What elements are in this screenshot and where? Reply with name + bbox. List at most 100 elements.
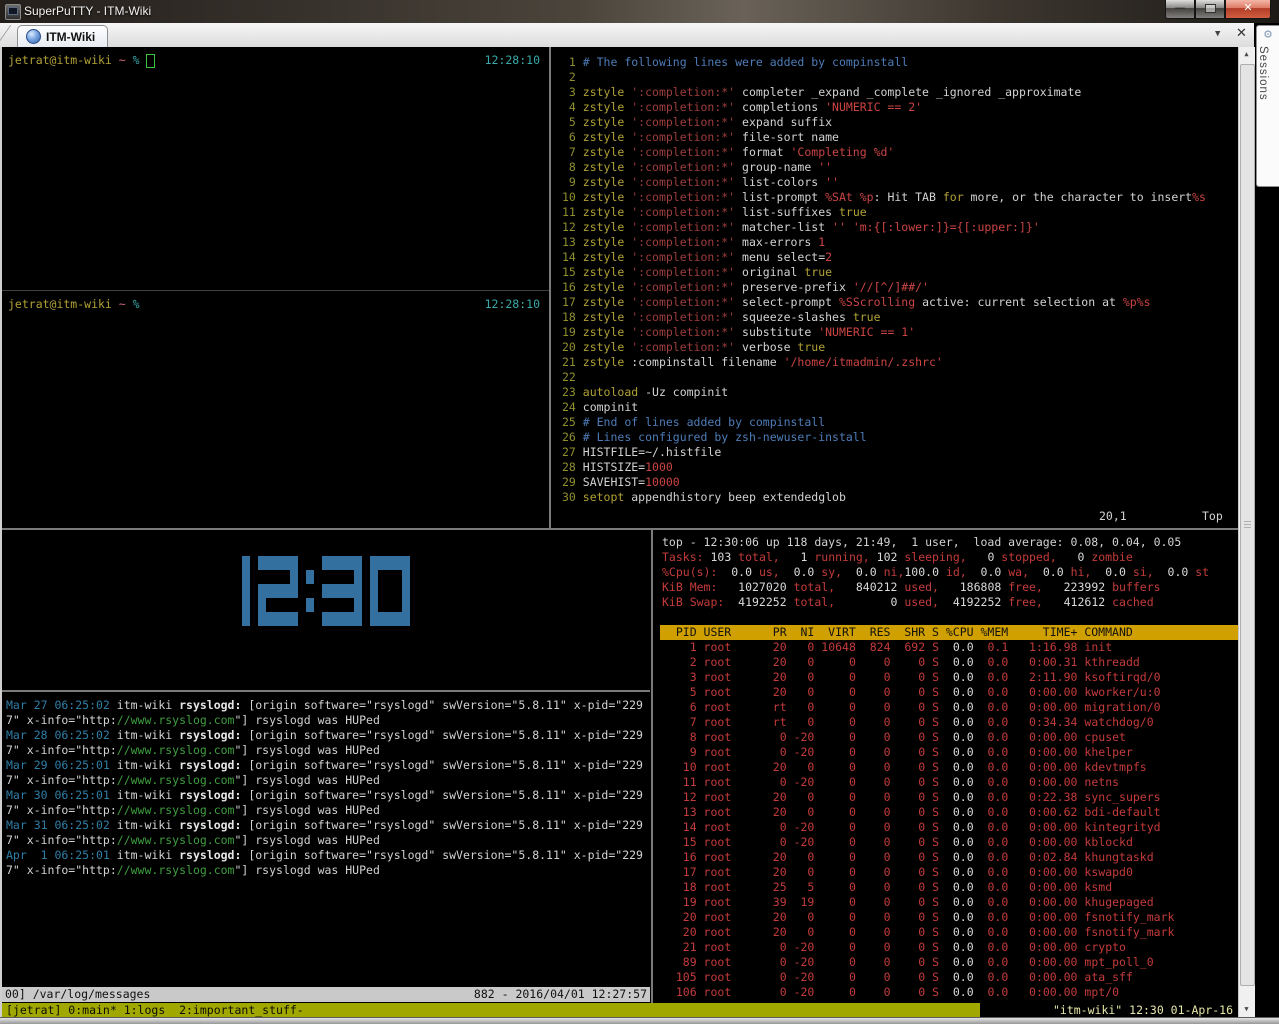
- terminal-line: 18 zstyle ':completion:*' squeeze-slashe…: [562, 310, 1206, 325]
- terminal-line: 21 zstyle :compinstall filename '/home/i…: [562, 355, 1206, 370]
- top-pane: top - 12:30:06 up 118 days, 21:49, 1 use…: [658, 530, 1238, 1003]
- clock-digit: [258, 556, 298, 626]
- tab-close-icon[interactable]: ✕: [1236, 26, 1247, 41]
- terminal-line: 7" x-info="http://www.rsyslog.com"] rsys…: [6, 713, 643, 728]
- terminal-line: 2: [562, 70, 1206, 85]
- terminal-line: 11 zstyle ':completion:*' list-suffixes …: [562, 205, 1206, 220]
- minimize-button[interactable]: —: [1165, 0, 1195, 19]
- terminal-line: 12 zstyle ':completion:*' matcher-list '…: [562, 220, 1206, 235]
- process-row: 3 root 20 0 0 0 0 S 0.0 0.0 2:11.90 ksof…: [662, 670, 1234, 685]
- terminal-line: jetrat@itm-wiki ~ %: [8, 297, 140, 312]
- process-row: 17 root 20 0 0 0 0 S 0.0 0.0 0:00.00 ksw…: [662, 865, 1234, 880]
- process-row: 19 root 39 19 0 0 0 S 0.0 0.0 0:00.00 kh…: [662, 895, 1234, 910]
- terminal-line: 7 zstyle ':completion:*' format 'Complet…: [562, 145, 1206, 160]
- gear-icon: ⚙: [1257, 26, 1279, 44]
- tmux-window-list[interactable]: [jetrat] 0:main* 1:logs 2:important_stuf…: [6, 1003, 304, 1017]
- tab-itm-wiki[interactable]: ITM-Wiki: [17, 25, 108, 47]
- process-row: 14 root 0 -20 0 0 0 S 0.0 0.0 0:00.00 ki…: [662, 820, 1234, 835]
- process-row: 20 root 20 0 0 0 0 S 0.0 0.0 0:00.00 fsn…: [662, 925, 1234, 940]
- terminal-line: 7" x-info="http://www.rsyslog.com"] rsys…: [6, 833, 643, 848]
- terminal-line: 1 # The following lines were added by co…: [562, 55, 1206, 70]
- process-row: 10 root 20 0 0 0 0 S 0.0 0.0 0:00.00 kde…: [662, 760, 1234, 775]
- pane-divider[interactable]: [651, 530, 653, 1003]
- restore-icon: [1205, 4, 1216, 13]
- vim-pane: 1 # The following lines were added by co…: [556, 47, 1238, 528]
- clock-digit: [306, 556, 314, 626]
- close-button[interactable]: ✕: [1225, 0, 1271, 19]
- vim-buffer: 1 # The following lines were added by co…: [562, 55, 1206, 505]
- tab-dropdown-icon[interactable]: ▼: [1215, 29, 1220, 39]
- terminal-line: 20 zstyle ':completion:*' verbose true: [562, 340, 1206, 355]
- clock-pane: [2, 530, 650, 690]
- process-row: 105 root 0 -20 0 0 0 S 0.0 0.0 0:00.00 a…: [662, 970, 1234, 985]
- clock-digit: [322, 556, 362, 626]
- process-row: 5 root 20 0 0 0 0 S 0.0 0.0 0:00.00 kwor…: [662, 685, 1234, 700]
- title-bar[interactable]: SuperPuTTY - ITM-Wiki — ✕: [0, 0, 1279, 24]
- maximize-button[interactable]: [1195, 0, 1225, 19]
- tab-strip: ITM-Wiki ▼ ✕: [0, 23, 1254, 48]
- tmux-status-bar: [jetrat] 0:main* 1:logs 2:important_stuf…: [2, 1003, 1238, 1017]
- process-row: 7 root rt 0 0 0 0 S 0.0 0.0 0:34.34 watc…: [662, 715, 1234, 730]
- top-summary: top - 12:30:06 up 118 days, 21:49, 1 use…: [662, 535, 1234, 610]
- prompt-timestamp: 12:28:10: [485, 53, 540, 67]
- scrollbar-grip-icon: [1244, 521, 1251, 528]
- terminal-line: top - 12:30:06 up 118 days, 21:49, 1 use…: [662, 535, 1234, 550]
- sessions-flyout-tab[interactable]: ⚙ Sessions: [1256, 25, 1279, 187]
- terminal-line: KiB Swap: 4192252 total, 0 used, 4192252…: [662, 595, 1234, 610]
- terminal-line: 17 zstyle ':completion:*' select-prompt …: [562, 295, 1206, 310]
- vim-status-line: 20,1 Top: [556, 509, 1238, 524]
- session-globe-icon: [26, 29, 41, 44]
- terminal-line: 7" x-info="http://www.rsyslog.com"] rsys…: [6, 863, 643, 878]
- sessions-label: Sessions: [1257, 46, 1269, 101]
- multitail-status-bar: 00] /var/log/messages 882 - 2016/04/01 1…: [2, 987, 650, 1002]
- terminal-area: jetrat@itm-wiki ~ % 12:28:10 jetrat@itm-…: [2, 47, 1238, 1017]
- terminal-line: 23 autoload -Uz compinit: [562, 385, 1206, 400]
- terminal-line: Mar 30 06:25:01 itm-wiki rsyslogd: [orig…: [6, 788, 643, 803]
- pane-divider[interactable]: [549, 47, 551, 528]
- scroll-up-icon[interactable]: ▲: [1239, 47, 1254, 62]
- terminal-line: 26 # Lines configured by zsh-newuser-ins…: [562, 430, 1206, 445]
- clock-digit: [242, 556, 250, 626]
- terminal-line: 13 zstyle ':completion:*' max-errors 1: [562, 235, 1206, 250]
- process-row: 15 root 0 -20 0 0 0 S 0.0 0.0 0:00.00 kb…: [662, 835, 1234, 850]
- terminal-line: 6 zstyle ':completion:*' file-sort name: [562, 130, 1206, 145]
- process-row: 11 root 0 -20 0 0 0 S 0.0 0.0 0:00.00 ne…: [662, 775, 1234, 790]
- process-row: 89 root 0 -20 0 0 0 S 0.0 0.0 0:00.00 mp…: [662, 955, 1234, 970]
- terminal-line: 7" x-info="http://www.rsyslog.com"] rsys…: [6, 803, 643, 818]
- terminal-line: Mar 28 06:25:02 itm-wiki rsyslogd: [orig…: [6, 728, 643, 743]
- terminal-line: 29 SAVEHIST=10000: [562, 475, 1206, 490]
- process-row: 20 root 20 0 0 0 0 S 0.0 0.0 0:00.00 fsn…: [662, 910, 1234, 925]
- terminal-line: Apr 1 06:25:01 itm-wiki rsyslogd: [origi…: [6, 848, 643, 863]
- process-row: 6 root rt 0 0 0 0 S 0.0 0.0 0:00.00 migr…: [662, 700, 1234, 715]
- top-process-list: 1 root 20 0 10648 824 692 S 0.0 0.1 1:16…: [662, 640, 1234, 1000]
- terminal-line: 5 zstyle ':completion:*' expand suffix: [562, 115, 1206, 130]
- process-row: 13 root 20 0 0 0 0 S 0.0 0.0 0:00.62 bdi…: [662, 805, 1234, 820]
- terminal-line: 9 zstyle ':completion:*' list-colors '': [562, 175, 1206, 190]
- process-row: 12 root 20 0 0 0 0 S 0.0 0.0 0:22.38 syn…: [662, 790, 1234, 805]
- terminal-line: Mar 31 06:25:02 itm-wiki rsyslogd: [orig…: [6, 818, 643, 833]
- tab-label: ITM-Wiki: [46, 30, 95, 44]
- terminal-line: 14 zstyle ':completion:*' menu select=2: [562, 250, 1206, 265]
- terminal-line: jetrat@itm-wiki ~ %: [8, 53, 140, 68]
- process-row: 16 root 20 0 0 0 0 S 0.0 0.0 0:02.84 khu…: [662, 850, 1234, 865]
- clock-digit: [370, 556, 410, 626]
- terminal-line: 3 zstyle ':completion:*' completer _expa…: [562, 85, 1206, 100]
- process-row: 8 root 0 -20 0 0 0 S 0.0 0.0 0:00.00 cpu…: [662, 730, 1234, 745]
- log-file-stats: 882 - 2016/04/01 12:27:57: [474, 987, 647, 1002]
- terminal-line: 30 setopt appendhistory beep extendedglo…: [562, 490, 1206, 505]
- process-row: 21 root 0 -20 0 0 0 S 0.0 0.0 0:00.00 cr…: [662, 940, 1234, 955]
- process-row: 18 root 25 5 0 0 0 S 0.0 0.0 0:00.00 ksm…: [662, 880, 1234, 895]
- scrollbar[interactable]: ▲ ▼: [1238, 47, 1255, 1017]
- window-title: SuperPuTTY - ITM-Wiki: [24, 4, 151, 18]
- terminal-line: 8 zstyle ':completion:*' group-name '': [562, 160, 1206, 175]
- tmux-host-datetime: "itm-wiki" 12:30 01-Apr-16: [980, 1003, 1238, 1017]
- vim-scroll-position: Top: [1202, 509, 1223, 524]
- scroll-down-icon[interactable]: ▼: [1239, 1002, 1254, 1017]
- process-row: 2 root 20 0 0 0 0 S 0.0 0.0 0:00.31 kthr…: [662, 655, 1234, 670]
- shell-prompt: jetrat@itm-wiki ~ %: [8, 297, 140, 312]
- window-buttons: — ✕: [1165, 0, 1271, 19]
- terminal-line: 4 zstyle ':completion:*' completions 'NU…: [562, 100, 1206, 115]
- shell-pane-1: jetrat@itm-wiki ~ % 12:28:10: [2, 47, 548, 290]
- scrollbar-thumb[interactable]: [1240, 64, 1255, 986]
- terminal-line: KiB Mem: 1027020 total, 840212 used, 186…: [662, 580, 1234, 595]
